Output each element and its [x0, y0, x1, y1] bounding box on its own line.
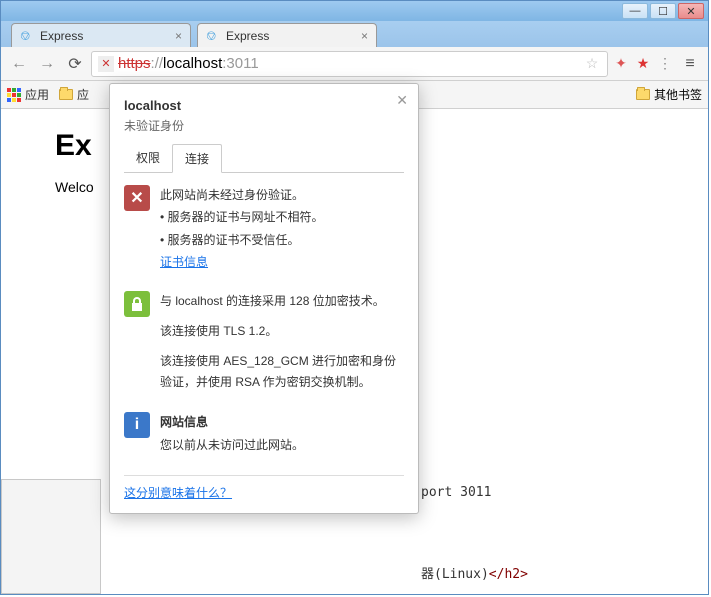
forward-button[interactable]: → [35, 52, 59, 76]
tab-strip: ⎊ Express × ⎊ Express × [1, 21, 708, 47]
popup-close-button[interactable]: ✕ [396, 92, 408, 109]
menu-button[interactable]: ≡ [678, 52, 702, 76]
extension-icon-1[interactable]: ✦ [612, 55, 630, 73]
other-bookmarks[interactable]: 其他书签 [636, 86, 702, 103]
site-security-icon[interactable]: ✕ [98, 56, 114, 72]
popup-title: localhost [124, 98, 404, 113]
window-maximize-button[interactable]: ☐ [650, 3, 676, 19]
popup-subtitle: 未验证身份 [124, 117, 404, 134]
background-code-line-1: port 3011 [421, 485, 491, 500]
url-scheme: https [118, 55, 151, 72]
encryption-line-1: 与 localhost 的连接采用 128 位加密技术。 [160, 291, 404, 311]
window-titlebar: — ☐ ✕ [1, 1, 708, 21]
folder-icon [59, 89, 73, 100]
extension-icon-2[interactable]: ★ [634, 55, 652, 73]
warning-line-1: 此网站尚未经过身份验证。 [160, 185, 404, 205]
bg-code-text: 器(Linux) [421, 567, 489, 582]
favicon-icon: ⎊ [20, 29, 34, 43]
security-warning-section: ✕ 此网站尚未经过身份验证。 • 服务器的证书与网址不相符。 • 服务器的证书不… [124, 185, 404, 273]
warning-icon: ✕ [124, 185, 150, 211]
window-minimize-button[interactable]: — [622, 3, 648, 19]
security-info-popup: ✕ localhost 未验证身份 权限 连接 ✕ 此网站尚未经过身份验证。 •… [109, 83, 419, 514]
encryption-body: 与 localhost 的连接采用 128 位加密技术。 该连接使用 TLS 1… [160, 291, 404, 395]
encryption-line-2: 该连接使用 TLS 1.2。 [160, 321, 404, 341]
tab-connection[interactable]: 连接 [172, 144, 222, 173]
folder-icon [636, 89, 650, 100]
browser-window: — ☐ ✕ ⎊ Express × ⎊ Express × ← → ⟳ ✕ ht… [0, 0, 709, 595]
certificate-info-link[interactable]: 证书信息 [160, 255, 208, 269]
warning-bullet-2: • 服务器的证书不受信任。 [160, 230, 404, 250]
background-code-line-2: 器(Linux)</h2> [421, 563, 528, 582]
url-host: localhost [163, 55, 222, 72]
tab-0[interactable]: ⎊ Express × [11, 23, 191, 47]
background-window [1, 479, 101, 594]
url-port: :3011 [222, 55, 258, 72]
tab-permissions[interactable]: 权限 [124, 144, 172, 172]
popup-tabs: 权限 连接 [124, 144, 404, 173]
site-info-body: 网站信息 您以前从未访问过此网站。 [160, 412, 404, 457]
apps-label: 应用 [25, 86, 49, 103]
tab-1[interactable]: ⎊ Express × [197, 23, 377, 47]
url-text: https://localhost:3011 [118, 55, 579, 72]
url-slashes: :// [151, 55, 164, 72]
encryption-section: 与 localhost 的连接采用 128 位加密技术。 该连接使用 TLS 1… [124, 291, 404, 395]
site-info-title: 网站信息 [160, 412, 404, 432]
address-bar[interactable]: ✕ https://localhost:3011 ☆ [91, 51, 608, 77]
tab-close-icon[interactable]: × [175, 29, 182, 43]
back-button[interactable]: ← [7, 52, 31, 76]
other-bookmarks-label: 其他书签 [654, 86, 702, 103]
apps-shortcut[interactable]: 应用 [7, 86, 49, 103]
star-icon[interactable]: ☆ [583, 55, 601, 73]
encryption-line-3: 该连接使用 AES_128_GCM 进行加密和身份验证，并使用 RSA 作为密钥… [160, 351, 404, 392]
reload-button[interactable]: ⟳ [63, 52, 87, 76]
warning-bullet-1: • 服务器的证书与网址不相符。 [160, 207, 404, 227]
site-info-section: i 网站信息 您以前从未访问过此网站。 [124, 412, 404, 457]
tab-title: Express [226, 29, 355, 43]
toolbar: ← → ⟳ ✕ https://localhost:3011 ☆ ✦ ★ ⋮ ≡ [1, 47, 708, 81]
window-close-button[interactable]: ✕ [678, 3, 704, 19]
info-icon: i [124, 412, 150, 438]
extension-icon-3[interactable]: ⋮ [656, 55, 674, 73]
bookmark-label: 应 [77, 86, 89, 103]
popup-footer: 这分别意味着什么？ [124, 475, 404, 501]
tab-title: Express [40, 29, 169, 43]
favicon-icon: ⎊ [206, 29, 220, 43]
what-does-this-mean-link[interactable]: 这分别意味着什么？ [124, 486, 232, 500]
site-info-line-1: 您以前从未访问过此网站。 [160, 435, 404, 455]
warning-body: 此网站尚未经过身份验证。 • 服务器的证书与网址不相符。 • 服务器的证书不受信… [160, 185, 404, 273]
lock-icon [124, 291, 150, 317]
bg-code-tag: </h2> [489, 567, 528, 582]
bookmark-folder-1[interactable]: 应 [59, 86, 89, 103]
tab-close-icon[interactable]: × [361, 29, 368, 43]
apps-grid-icon [7, 88, 21, 102]
